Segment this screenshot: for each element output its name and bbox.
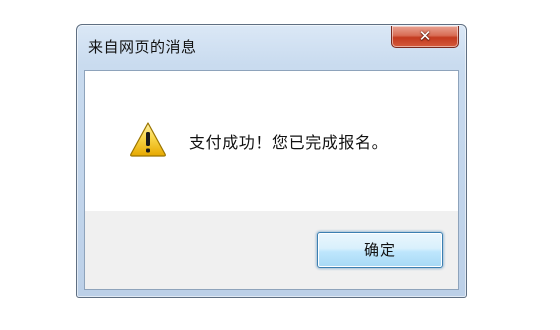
dialog-body: 支付成功！您已完成报名。 确定 bbox=[84, 70, 459, 290]
title-bar[interactable]: 来自网页的消息 ✕ bbox=[77, 25, 466, 63]
message-area: 支付成功！您已完成报名。 bbox=[85, 71, 458, 211]
warning-icon bbox=[130, 122, 166, 157]
ok-button[interactable]: 确定 bbox=[317, 232, 443, 268]
message-text: 支付成功！您已完成报名。 bbox=[189, 133, 389, 152]
close-icon: ✕ bbox=[418, 27, 432, 45]
dialog-title: 来自网页的消息 bbox=[88, 38, 197, 56]
close-button[interactable]: ✕ bbox=[391, 26, 459, 48]
ok-button-label: 确定 bbox=[363, 241, 396, 259]
message-dialog: 来自网页的消息 ✕ 支付成功！您已完成报名。 确定 bbox=[76, 24, 467, 298]
